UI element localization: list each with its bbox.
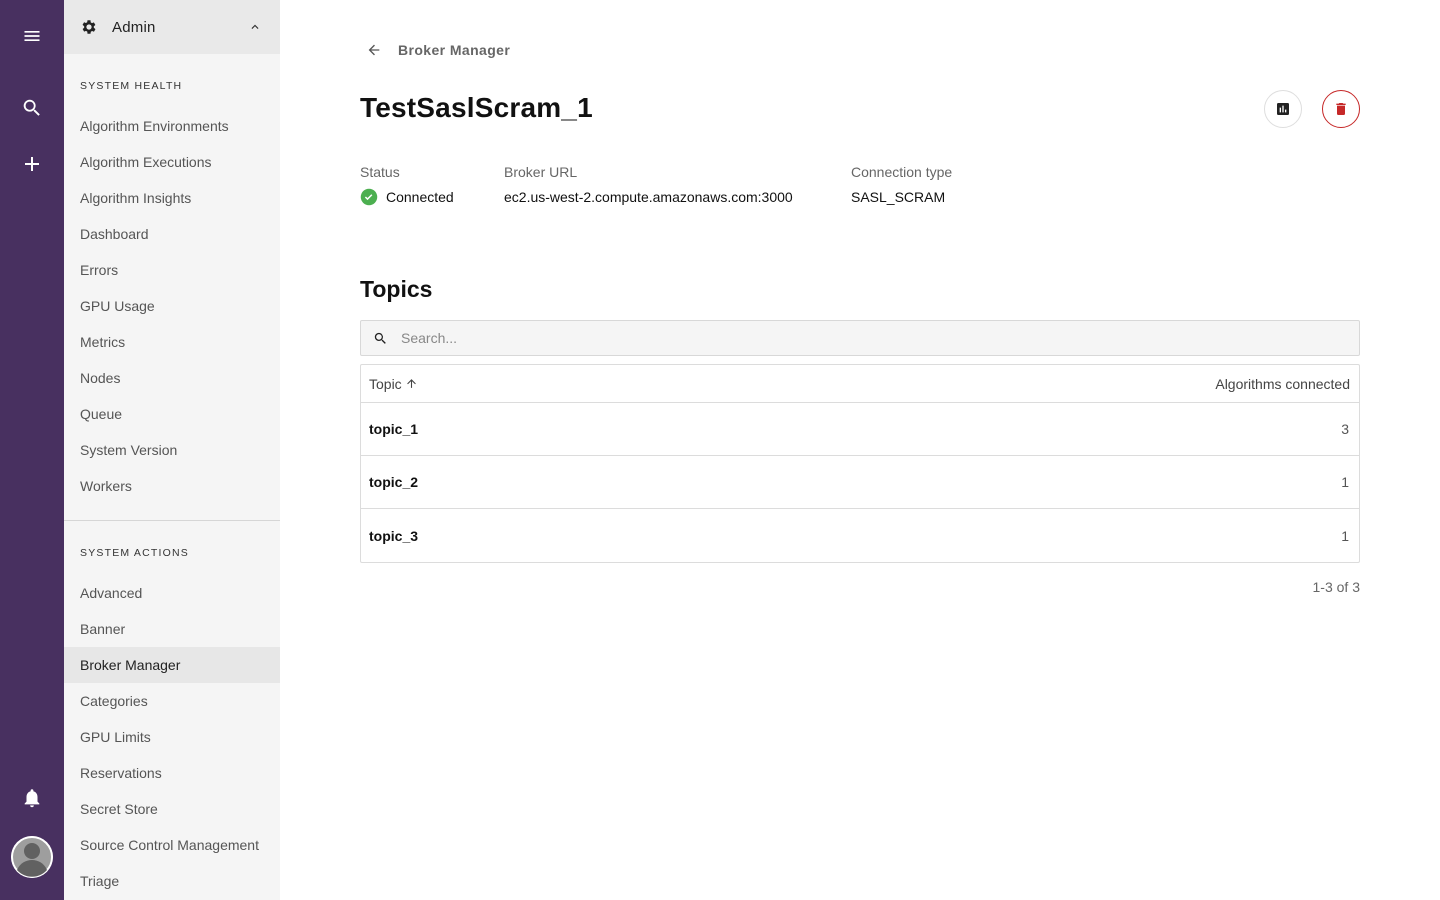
section-title-system-actions: System Actions (80, 547, 189, 559)
table-row[interactable]: topic_1 3 (361, 403, 1359, 456)
search-icon (23, 99, 40, 116)
sidebar-item-metrics[interactable]: Metrics (64, 324, 280, 360)
table-row[interactable]: topic_3 1 (361, 509, 1359, 562)
admin-menu-label: Admin (112, 18, 156, 36)
column-header-algorithms[interactable]: Algorithms connected (1215, 376, 1350, 392)
sidebar-item-workers[interactable]: Workers (64, 468, 280, 504)
insights-icon (1277, 103, 1289, 115)
sidebar-item-source-control-management[interactable]: Source Control Management (64, 827, 280, 863)
status-field: Status Connected (360, 164, 454, 206)
status-value-row: Connected (360, 188, 454, 206)
topic-name: topic_3 (369, 527, 419, 544)
connection-type-value: SASL_SCRAM (851, 189, 946, 205)
account-avatar[interactable] (11, 836, 53, 878)
sidebar-item-banner[interactable]: Banner (64, 611, 280, 647)
topic-name: topic_1 (369, 421, 419, 437)
topics-search-input[interactable] (401, 330, 1301, 346)
system-actions-list: Advanced Banner Broker Manager Categorie… (64, 575, 280, 899)
sidebar-item-categories[interactable]: Categories (64, 683, 280, 719)
bell-icon (24, 789, 40, 808)
status-value: Connected (386, 189, 454, 205)
sidebar-item-algorithm-environments[interactable]: Algorithm Environments (64, 108, 280, 144)
menu-icon (24, 31, 40, 41)
sidebar-item-gpu-usage[interactable]: GPU Usage (64, 288, 280, 324)
admin-sidebar: Admin System Health Algorithm Environmen… (64, 0, 280, 900)
menu-button[interactable] (12, 16, 52, 56)
sidebar-item-algorithm-insights[interactable]: Algorithm Insights (64, 180, 280, 216)
sidebar-item-errors[interactable]: Errors (64, 252, 280, 288)
sidebar-item-gpu-limits[interactable]: GPU Limits (64, 719, 280, 755)
sidebar-item-queue[interactable]: Queue (64, 396, 280, 432)
broker-url-label: Broker URL (504, 164, 578, 180)
status-label: Status (360, 164, 400, 180)
admin-menu-toggle[interactable]: Admin (64, 0, 280, 54)
connection-type-field: Connection type SASL_SCRAM (851, 164, 952, 206)
topics-search (360, 320, 1360, 356)
sidebar-item-algorithm-executions[interactable]: Algorithm Executions (64, 144, 280, 180)
broker-url-value: ec2.us-west-2.compute.amazonaws.com:3000 (504, 189, 793, 205)
delete-icon (1336, 103, 1346, 115)
sidebar-item-broker-manager[interactable]: Broker Manager (64, 647, 280, 683)
arrow-back-icon (368, 44, 380, 56)
delete-button[interactable] (1322, 90, 1360, 128)
arrow-up-icon (406, 379, 416, 388)
page-title: TestSaslScram_1 (360, 92, 593, 123)
create-button[interactable] (12, 144, 52, 184)
breadcrumb-back[interactable]: Broker Manager (360, 40, 510, 60)
sidebar-item-nodes[interactable]: Nodes (64, 360, 280, 396)
connection-type-label: Connection type (851, 164, 953, 180)
topic-name: topic_2 (369, 474, 419, 490)
column-header-topic-label: Topic (369, 375, 402, 392)
notifications-button[interactable] (12, 778, 52, 818)
topics-heading: Topics (360, 276, 433, 302)
account-icon (11, 836, 53, 878)
sidebar-item-dashboard[interactable]: Dashboard (64, 216, 280, 252)
breadcrumb-label: Broker Manager (398, 42, 511, 58)
sidebar-item-secret-store[interactable]: Secret Store (64, 791, 280, 827)
algorithms-count: 1 (1341, 474, 1349, 490)
check-circle-icon (360, 188, 378, 206)
topics-table: Topic Algorithms connected topic_1 3 top… (360, 364, 1360, 563)
sidebar-item-reservations[interactable]: Reservations (64, 755, 280, 791)
search-button[interactable] (12, 88, 52, 128)
app-rail (0, 0, 64, 900)
search-icon (374, 332, 386, 344)
sidebar-item-advanced[interactable]: Advanced (64, 575, 280, 611)
sidebar-item-triage[interactable]: Triage (64, 863, 280, 899)
broker-url-field: Broker URL ec2.us-west-2.compute.amazona… (504, 164, 793, 206)
table-header: Topic Algorithms connected (361, 365, 1359, 403)
add-icon (25, 157, 39, 171)
algorithms-count: 1 (1341, 527, 1349, 544)
chevron-up-icon (251, 24, 259, 29)
section-title-system-health: System Health (80, 80, 183, 92)
sidebar-item-system-version[interactable]: System Version (64, 432, 280, 468)
column-header-topic[interactable]: Topic (369, 376, 418, 392)
pagination-summary: 1-3 of 3 (1312, 579, 1360, 595)
system-health-list: Algorithm Environments Algorithm Executi… (64, 108, 280, 504)
gear-icon (82, 20, 96, 34)
insights-button[interactable] (1264, 90, 1302, 128)
table-row[interactable]: topic_2 1 (361, 456, 1359, 509)
algorithms-count: 3 (1341, 421, 1349, 437)
